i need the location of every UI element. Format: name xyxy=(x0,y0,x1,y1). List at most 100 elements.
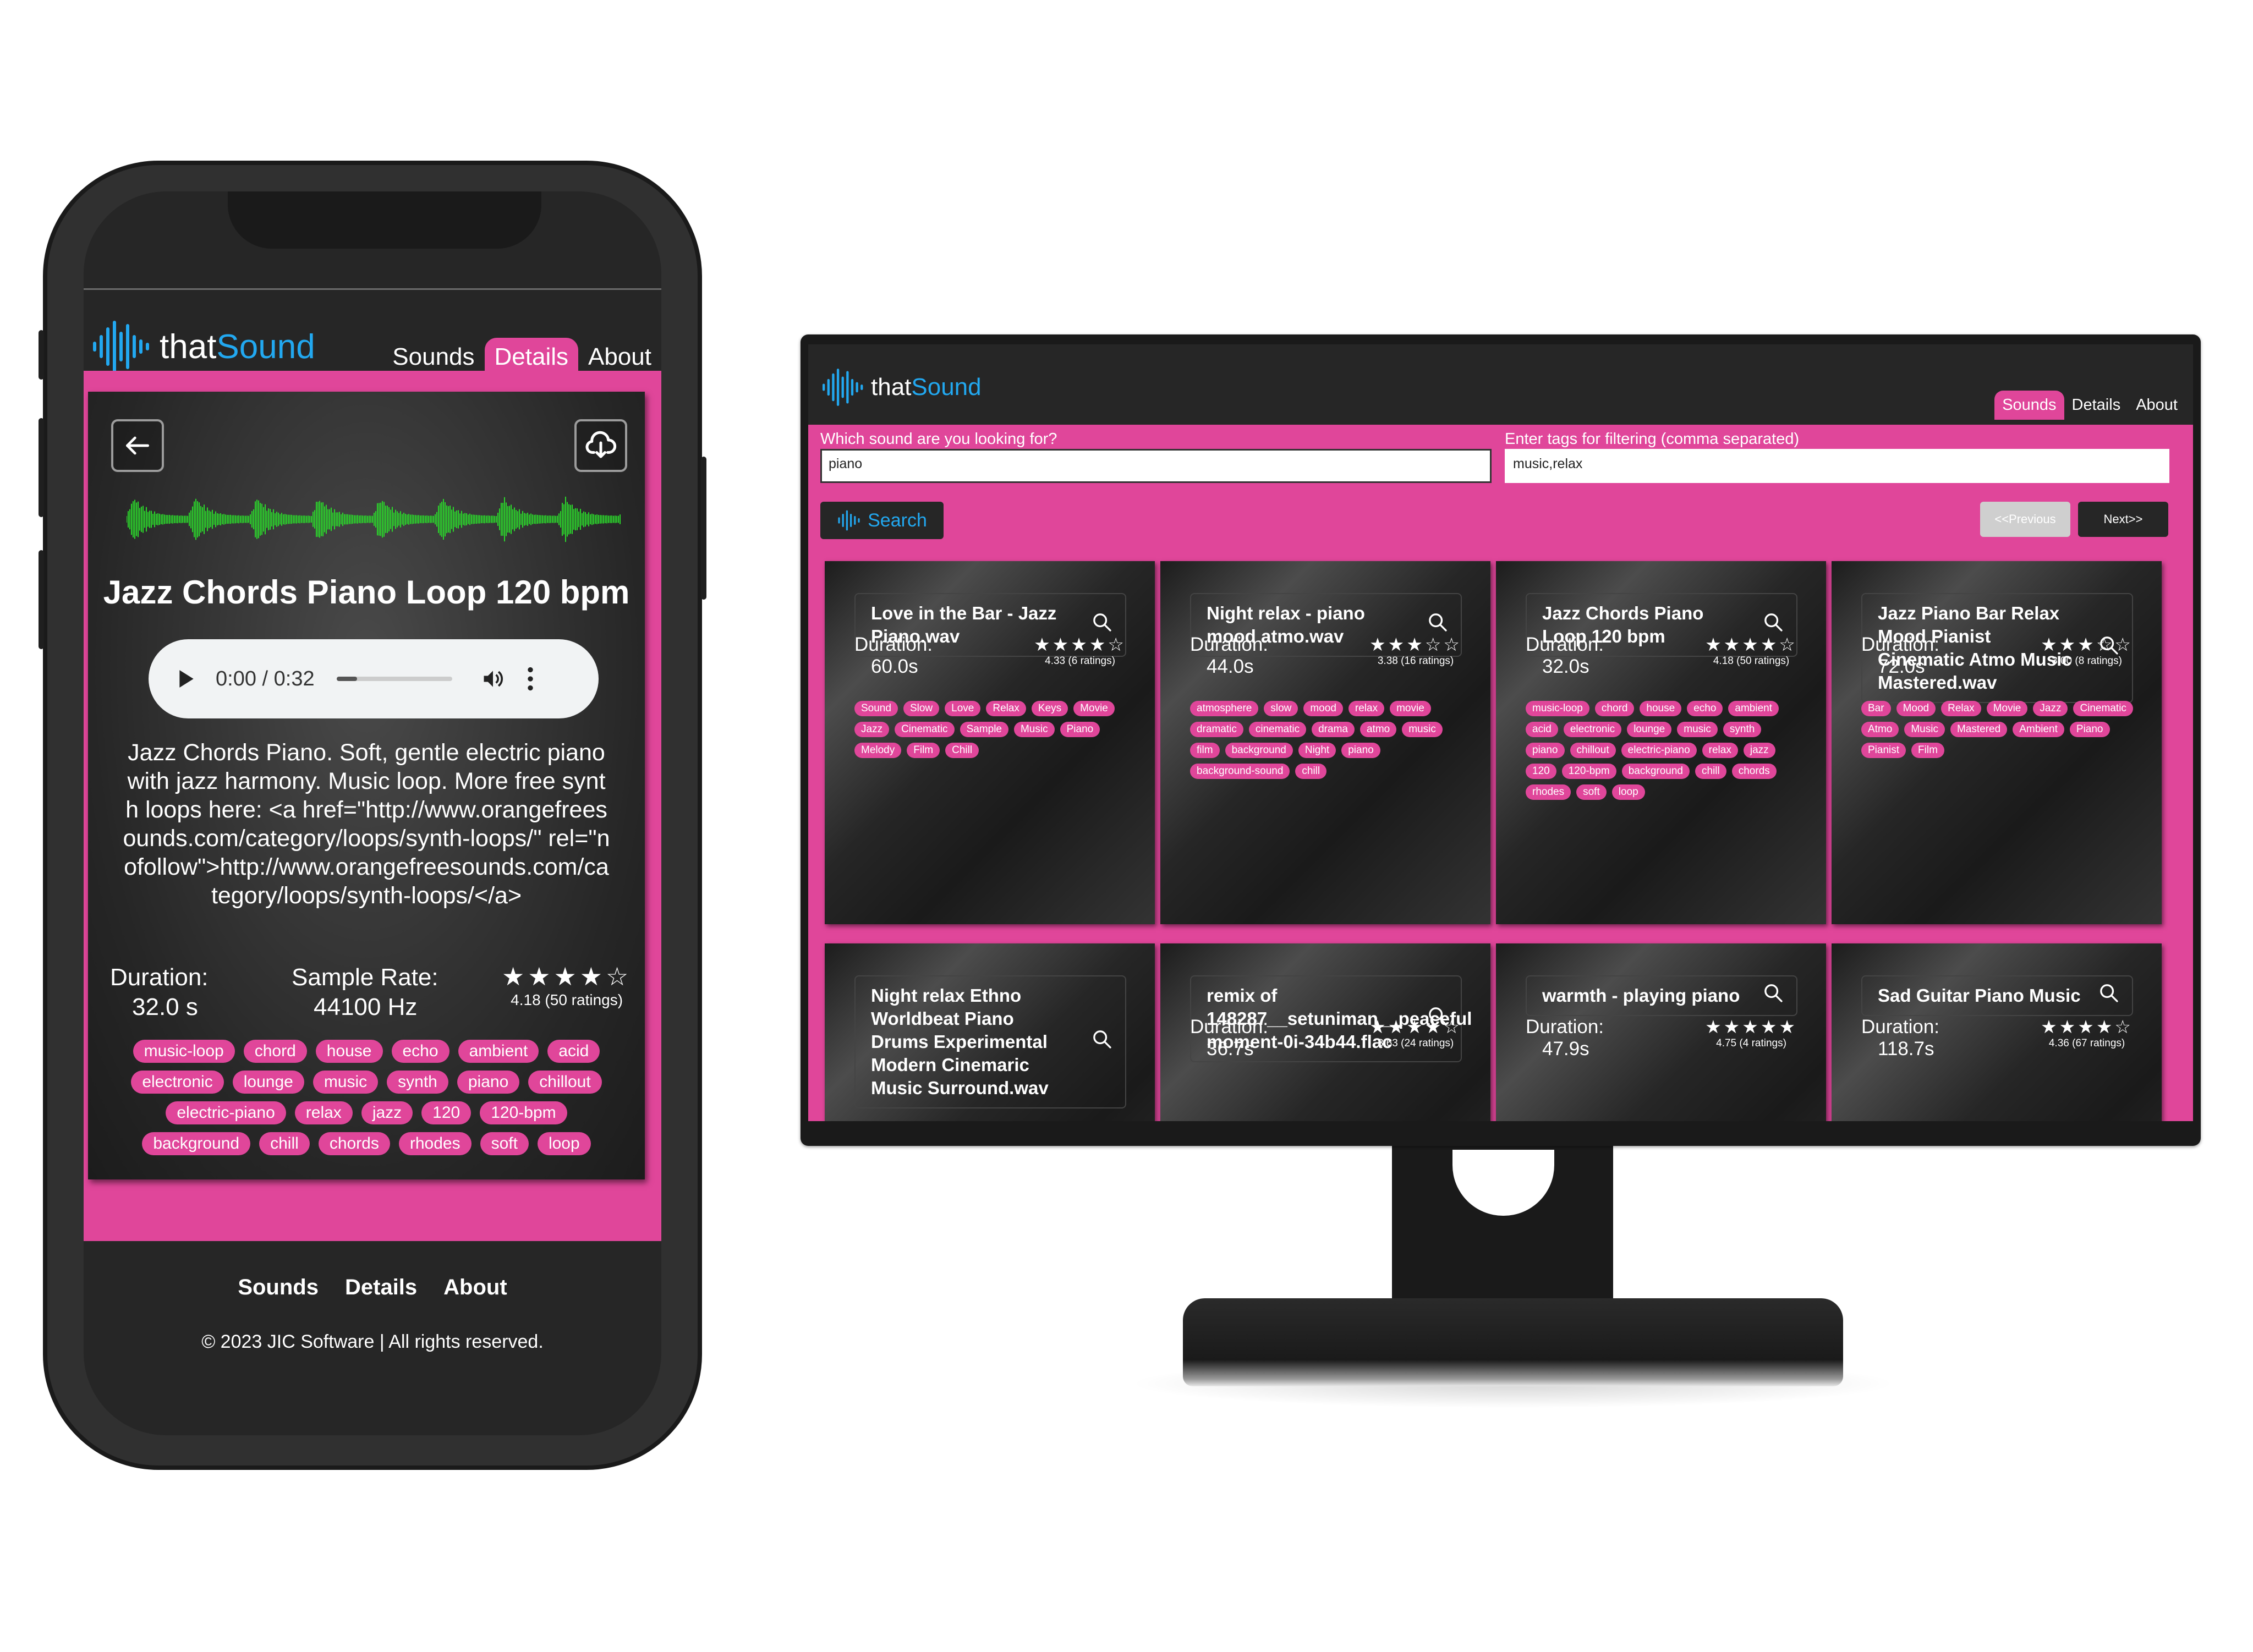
previous-button[interactable]: <<Previous xyxy=(1980,502,2070,537)
star-rating[interactable]: ★★★★☆ xyxy=(2041,1016,2133,1038)
tag-chip[interactable]: Jazz xyxy=(854,722,890,737)
tag-chip[interactable]: Movie xyxy=(1073,701,1115,716)
rating-block[interactable]: ★★★★☆ 3.63 (24 ratings) xyxy=(1369,1016,1462,1050)
tag-chip[interactable]: Cinematic xyxy=(2073,701,2133,716)
magnifier-icon[interactable] xyxy=(2098,982,2120,1009)
nav-sounds[interactable]: Sounds xyxy=(382,338,484,375)
tag-chip[interactable]: chillout xyxy=(1570,743,1616,758)
tag-chip[interactable]: Movie xyxy=(1986,701,2028,716)
tag-chip[interactable]: 120-bpm xyxy=(1561,764,1616,779)
sound-card[interactable]: Jazz Piano Bar Relax Mood Pianist Cinema… xyxy=(1832,561,2162,924)
tag-chip[interactable]: loop xyxy=(1611,784,1645,800)
rating-block[interactable]: ★★★★☆ 4.33 (6 ratings) xyxy=(1034,634,1126,667)
tag-chip[interactable]: synth xyxy=(387,1071,448,1094)
rating-block[interactable]: ★★★★★ 4.75 (4 ratings) xyxy=(1705,1016,1797,1050)
player-progress[interactable] xyxy=(336,677,452,681)
tag-chip[interactable]: acid xyxy=(547,1040,600,1063)
nav-details[interactable]: Details xyxy=(2064,391,2129,420)
tag-chip[interactable]: dramatic xyxy=(1190,722,1243,737)
sound-card[interactable]: Jazz Chords Piano Loop 120 bpm Duration: 3… xyxy=(1496,561,1826,924)
star-rating[interactable]: ★★★★☆ xyxy=(1034,634,1126,655)
magnifier-icon[interactable] xyxy=(1091,1028,1113,1056)
tag-chip[interactable]: ambient xyxy=(458,1040,539,1063)
tag-chip[interactable]: chill xyxy=(1295,764,1327,779)
sound-card-title[interactable]: warmth - playing piano xyxy=(1526,975,1797,1016)
tag-chip[interactable]: Jazz xyxy=(2033,701,2068,716)
tag-chip[interactable]: drama xyxy=(1312,722,1355,737)
sound-card[interactable]: Night relax Ethno Worldbeat Piano Drums … xyxy=(825,943,1155,1121)
tag-chip[interactable]: electric-piano xyxy=(1621,743,1697,758)
tag-chip[interactable]: house xyxy=(315,1040,383,1063)
sound-card-title[interactable]: Night relax Ethno Worldbeat Piano Drums … xyxy=(854,975,1126,1108)
tag-chip[interactable]: relax xyxy=(1348,701,1385,716)
nav-about[interactable]: About xyxy=(578,338,661,375)
tag-chip[interactable]: atmosphere xyxy=(1190,701,1259,716)
tag-chip[interactable]: soft xyxy=(1576,784,1607,800)
tag-chip[interactable]: Love xyxy=(945,701,981,716)
tag-chip[interactable]: Piano xyxy=(1060,722,1100,737)
tag-chip[interactable]: chords xyxy=(1731,764,1777,779)
tag-chip[interactable]: Keys xyxy=(1031,701,1068,716)
tag-chip[interactable]: jazz xyxy=(1743,743,1775,758)
star-rating[interactable]: ★★★☆☆ xyxy=(2041,634,2133,655)
tag-chip[interactable]: chillout xyxy=(528,1071,602,1094)
tag-chip[interactable]: Mastered xyxy=(1950,722,2008,737)
nav-sounds[interactable]: Sounds xyxy=(1994,391,2064,420)
tag-chip[interactable]: background xyxy=(1225,743,1293,758)
tag-chip[interactable]: relax xyxy=(1702,743,1738,758)
footer-link-sounds[interactable]: Sounds xyxy=(238,1275,319,1300)
rating-block[interactable]: ★★★★☆ 4.18 (50 ratings) xyxy=(502,962,632,1009)
tag-chip[interactable]: background xyxy=(1621,764,1690,779)
tag-chip[interactable]: music xyxy=(1677,722,1718,737)
tag-chip[interactable]: music xyxy=(1402,722,1443,737)
tag-chip[interactable]: Mood xyxy=(1896,701,1936,716)
tag-chip[interactable]: electronic xyxy=(1563,722,1622,737)
sound-card-title[interactable]: Sad Guitar Piano Music xyxy=(1861,975,2133,1016)
tag-chip[interactable]: acid xyxy=(1526,722,1558,737)
tag-chip[interactable]: Melody xyxy=(854,743,902,758)
tag-chip[interactable]: Music xyxy=(1904,722,1945,737)
tag-chip[interactable]: chill xyxy=(259,1132,310,1155)
brand-logo[interactable]: thatSound xyxy=(90,319,315,374)
tag-chip[interactable]: music xyxy=(313,1071,379,1094)
tag-chip[interactable]: Film xyxy=(907,743,940,758)
tag-chip[interactable]: piano xyxy=(457,1071,520,1094)
sound-card[interactable]: Night relax - piano mood atmo.wav Duratio… xyxy=(1160,561,1490,924)
tag-chip[interactable]: relax xyxy=(294,1101,353,1124)
tag-chip[interactable]: Night xyxy=(1298,743,1336,758)
tag-chip[interactable]: soft xyxy=(480,1132,529,1155)
back-button[interactable] xyxy=(111,419,164,472)
search-input[interactable]: piano xyxy=(820,449,1492,483)
rating-block[interactable]: ★★★★☆ 4.36 (67 ratings) xyxy=(2041,1016,2133,1050)
tag-chip[interactable]: Bar xyxy=(1861,701,1891,716)
sound-card[interactable]: Sad Guitar Piano Music Duration: 118.7s ★★★… xyxy=(1832,943,2162,1121)
tag-chip[interactable]: Sound xyxy=(854,701,898,716)
tag-chip[interactable]: jazz xyxy=(361,1101,413,1124)
tag-chip[interactable]: Cinematic xyxy=(895,722,955,737)
brand-logo[interactable]: thatSound xyxy=(820,367,982,407)
play-icon[interactable] xyxy=(177,668,196,689)
tag-chip[interactable]: Relax xyxy=(986,701,1026,716)
tag-chip[interactable]: rhodes xyxy=(398,1132,472,1155)
sound-card[interactable]: Love in the Bar - Jazz Piano.wav Duration… xyxy=(825,561,1155,924)
sound-card[interactable]: warmth - playing piano Duration: 47.9s ★★★★… xyxy=(1496,943,1826,1121)
tag-chip[interactable]: rhodes xyxy=(1526,784,1571,800)
search-button[interactable]: Search xyxy=(820,502,944,539)
star-rating[interactable]: ★★★★☆ xyxy=(1705,634,1797,655)
tag-chip[interactable]: synth xyxy=(1723,722,1762,737)
tag-chip[interactable]: Relax xyxy=(1941,701,1981,716)
sound-card[interactable]: remix of 148287__setuniman__peaceful mom… xyxy=(1160,943,1490,1121)
tag-chip[interactable]: echo xyxy=(391,1040,449,1063)
tag-chip[interactable]: echo xyxy=(1687,701,1723,716)
nav-about[interactable]: About xyxy=(2128,391,2185,420)
tag-chip[interactable]: house xyxy=(1640,701,1682,716)
magnifier-icon[interactable] xyxy=(1762,982,1784,1009)
tag-chip[interactable]: lounge xyxy=(1627,722,1672,737)
next-button[interactable]: Next>> xyxy=(2078,502,2168,537)
tag-chip[interactable]: Atmo xyxy=(1861,722,1899,737)
tag-chip[interactable]: electronic xyxy=(131,1071,224,1094)
tag-chip[interactable]: movie xyxy=(1390,701,1431,716)
star-rating[interactable]: ★★★★☆ xyxy=(1369,1016,1462,1038)
tag-chip[interactable]: background xyxy=(142,1132,251,1155)
tags-filter-input[interactable]: music,relax xyxy=(1505,449,2169,483)
